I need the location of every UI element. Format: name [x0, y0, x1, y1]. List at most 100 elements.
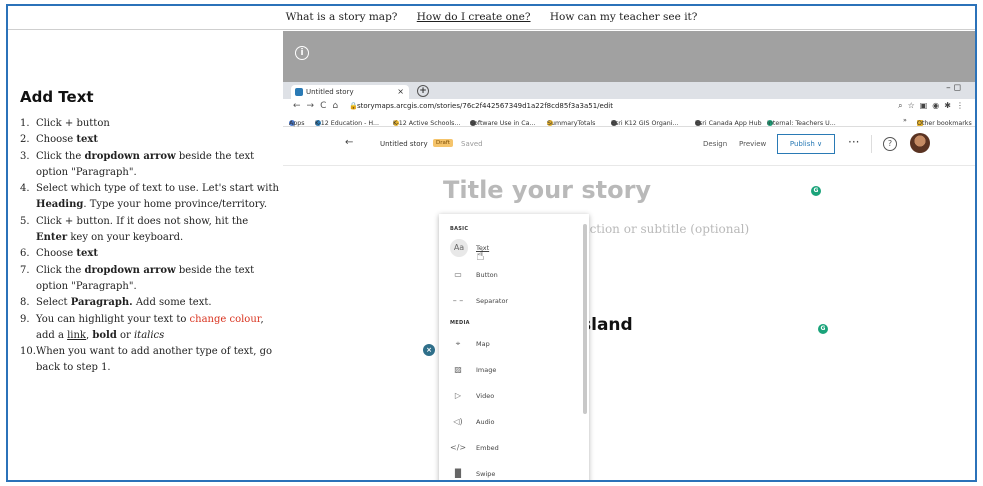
preview-button[interactable]: Preview — [739, 140, 766, 148]
block-item-embed[interactable]: </> Embed — [450, 438, 499, 458]
grammarly-icon[interactable]: G — [811, 186, 821, 196]
browser-tab[interactable]: Untitled story × — [291, 85, 409, 99]
block-item-map[interactable]: ⌖ Map — [450, 334, 490, 354]
draft-badge: Draft — [433, 139, 453, 147]
instruction-step: 8. Select Paragraph. Add some text. — [20, 295, 282, 311]
basic-section-label: BASIC — [450, 226, 469, 232]
block-item-audio[interactable]: ◁) Audio — [450, 412, 494, 432]
block-item-label: Video — [476, 392, 495, 400]
instructions-panel: Add Text 1. Click + button 2. Choose text 3.… — [20, 88, 282, 377]
embed-icon: </> — [450, 443, 467, 452]
address-bar[interactable]: storymaps.arcgis.com/stories/76c2f442567… — [357, 102, 613, 110]
instruction-step: 7. Click the dropdown arrow beside the te… — [20, 263, 282, 296]
more-options-icon[interactable]: ··· — [848, 135, 859, 149]
block-item-button[interactable]: ▭ Button — [450, 265, 498, 285]
browser-tab-strip: Untitled story × + – ◻ — [283, 82, 975, 99]
block-item-swipe[interactable]: ▐▌ Swipe — [450, 464, 496, 480]
map-pin-icon: ⌖ — [455, 339, 461, 348]
audio-icon: ◁) — [453, 417, 463, 426]
block-item-label: Separator — [476, 297, 509, 305]
block-item-separator[interactable]: – – Separator — [450, 291, 508, 311]
hand-cursor-icon: ☝ — [476, 248, 485, 264]
text-icon: Aa — [450, 239, 468, 257]
step-number: 3. — [20, 150, 30, 162]
storymaps-favicon-icon — [295, 88, 303, 96]
instruction-step: 1. Click + button — [20, 116, 282, 132]
block-item-label: Image — [476, 366, 497, 374]
address-bar-row: ←→C⌂ 🔒 storymaps.arcgis.com/stories/76c2… — [283, 99, 975, 114]
block-item-image[interactable]: ▨ Image — [450, 360, 496, 380]
design-button[interactable]: Design — [703, 140, 727, 148]
step-number: 7. — [20, 264, 30, 276]
storymap-header: ← Untitled story Draft Saved Design Prev… — [283, 127, 975, 166]
step-text: Select Paragraph. Add some text. — [36, 297, 212, 309]
bookmark-overflow[interactable]: » — [903, 117, 907, 124]
block-item-label: Embed — [476, 444, 499, 452]
block-item-label: Swipe — [476, 470, 496, 478]
extension-icons[interactable]: ⌕☆▣◉✱⋮ — [898, 101, 969, 111]
step-text: Click + button — [36, 118, 110, 129]
browser-screenshot: i Untitled story × + – ◻ ←→C⌂ 🔒 storymap… — [283, 31, 975, 480]
top-navigation: What is a story map? How do I create one… — [8, 6, 975, 30]
publish-button[interactable]: Publish ∨ — [777, 134, 835, 154]
nav-buttons-icon[interactable]: ←→C⌂ — [293, 101, 344, 111]
instruction-step: 2. Choose text — [20, 132, 282, 148]
story-title-placeholder[interactable]: Title your story — [443, 176, 651, 204]
block-item-label: Audio — [476, 418, 495, 426]
link-text[interactable]: link — [67, 330, 86, 341]
saved-status: Saved — [461, 140, 483, 148]
step-text: Select which type of text to use. Let's … — [36, 183, 279, 211]
instruction-step: 9. You can highlight your text to change … — [20, 312, 282, 345]
info-icon[interactable]: i — [295, 46, 309, 60]
overlay-bar: i — [283, 31, 975, 82]
new-tab-button[interactable]: + — [417, 85, 429, 97]
step-text: When you want to add another type of tex… — [36, 346, 273, 374]
step-number: 10. — [20, 346, 36, 358]
window-controls[interactable]: – ◻ — [946, 83, 961, 93]
story-name: Untitled story — [380, 140, 428, 148]
help-icon[interactable]: ? — [883, 137, 897, 151]
grammarly-icon[interactable]: G — [818, 324, 828, 334]
image-icon: ▨ — [454, 365, 462, 374]
instructions-list: 1. Click + button 2. Choose text 3. Click the… — [20, 116, 282, 377]
nav-link-how-create[interactable]: How do I create one? — [417, 11, 531, 23]
step-number: 2. — [20, 134, 30, 146]
step-text: Click the dropdown arrow beside the text… — [36, 150, 255, 178]
tab-title: Untitled story — [306, 88, 354, 96]
bookmarks-bar: Apps K-12 Education - H... K-12 Active S… — [283, 114, 975, 127]
step-number: 6. — [20, 248, 30, 260]
step-text: Click the dropdown arrow beside the text… — [36, 264, 255, 292]
nav-link-what-is[interactable]: What is a story map? — [286, 11, 398, 23]
instruction-step: 5. Click + button. If it does not show, h… — [20, 214, 282, 247]
video-icon: ▷ — [454, 391, 462, 400]
block-item-label: Button — [476, 271, 498, 279]
media-section-label: MEDIA — [450, 320, 470, 326]
block-palette: BASIC Aa Text ☝ ▭ Button – – Separator M… — [439, 214, 589, 480]
subtitle-placeholder[interactable]: luction or subtitle (optional) — [578, 222, 749, 236]
instructions-heading: Add Text — [20, 88, 94, 106]
instruction-step: 6. Choose text — [20, 246, 282, 262]
close-block-menu-icon[interactable]: × — [423, 344, 435, 356]
tab-close-icon[interactable]: × — [397, 85, 404, 99]
separator-icon: – – — [452, 296, 464, 305]
step-number: 4. — [20, 183, 30, 195]
back-arrow-icon[interactable]: ← — [345, 137, 353, 148]
step-number: 1. — [20, 118, 30, 129]
palette-scrollbar[interactable] — [583, 224, 587, 414]
button-icon: ▭ — [454, 270, 462, 279]
instruction-step: 4. Select which type of text to use. Let'… — [20, 181, 282, 214]
step-number: 8. — [20, 297, 30, 309]
instruction-step: 10. When you want to add another type of … — [20, 344, 282, 377]
avatar[interactable] — [910, 133, 930, 153]
tutorial-frame: What is a story map? How do I create one… — [6, 4, 977, 482]
swipe-icon: ▐▌ — [451, 469, 465, 478]
step-text: You can highlight your text to change co… — [36, 313, 264, 341]
block-item-label: Map — [476, 340, 490, 348]
nav-link-teacher[interactable]: How can my teacher see it? — [550, 11, 698, 23]
block-item-video[interactable]: ▷ Video — [450, 386, 494, 406]
step-text: Click + button. If it does not show, hit… — [36, 215, 249, 244]
step-number: 5. — [20, 215, 30, 227]
step-number: 9. — [20, 313, 30, 325]
step-text: Choose text — [36, 134, 98, 146]
instruction-step: 3. Click the dropdown arrow beside the te… — [20, 149, 282, 182]
